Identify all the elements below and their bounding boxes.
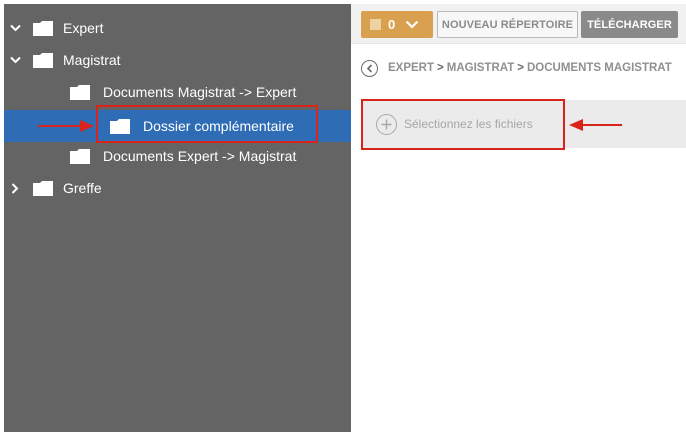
folder-tree-sidebar: Expert Magistrat Documents Magistrat -> … [4,4,351,432]
breadcrumb-separator: > [437,62,444,74]
chevron-down-icon [405,17,419,32]
folder-icon [70,84,90,100]
annotation-arrow-icon [569,119,622,131]
tree-item-label: Greffe [63,180,102,196]
new-folder-button[interactable]: NOUVEAU RÉPERTOIRE [437,11,578,38]
selection-count: 0 [388,17,396,32]
annotation-highlight-box [96,105,318,143]
download-button[interactable]: TÉLÉCHARGER [581,11,678,38]
folder-icon [70,148,90,164]
folder-icon [33,180,53,196]
chevron-down-icon[interactable] [9,54,21,66]
checkbox-icon[interactable] [370,19,381,30]
tree-item-label: Documents Expert -> Magistrat [103,148,297,164]
breadcrumb-item[interactable]: DOCUMENTS MAGISTRAT [527,62,672,74]
tree-item-magistrat[interactable]: Magistrat [4,44,351,76]
annotation-arrow-icon [38,120,94,132]
folder-icon [33,20,53,36]
back-icon[interactable] [361,59,378,77]
tree-item-label: Magistrat [63,52,121,68]
breadcrumb-separator: > [517,62,524,74]
tree-item-documents-magistrat-expert[interactable]: Documents Magistrat -> Expert [4,76,351,108]
toolbar: 0 NOUVEAU RÉPERTOIRE TÉLÉCHARGER [351,4,686,44]
select-all-dropdown[interactable]: 0 [361,11,433,38]
tree-item-label: Documents Magistrat -> Expert [103,84,297,100]
chevron-down-icon[interactable] [9,22,21,34]
tree-item-documents-expert-magistrat[interactable]: Documents Expert -> Magistrat [4,140,351,172]
chevron-right-icon[interactable] [9,182,21,194]
annotation-highlight-box [361,99,565,150]
breadcrumb-item[interactable]: MAGISTRAT [447,62,515,74]
tree-item-greffe[interactable]: Greffe [4,172,351,204]
tree-item-label: Expert [63,20,104,36]
folder-icon [33,52,53,68]
breadcrumb: EXPERT > MAGISTRAT > DOCUMENTS MAGISTRAT [361,58,686,78]
file-panel: 0 NOUVEAU RÉPERTOIRE TÉLÉCHARGER EXPERT … [351,4,686,432]
tree-item-expert[interactable]: Expert [4,12,351,44]
breadcrumb-item[interactable]: EXPERT [388,62,434,74]
